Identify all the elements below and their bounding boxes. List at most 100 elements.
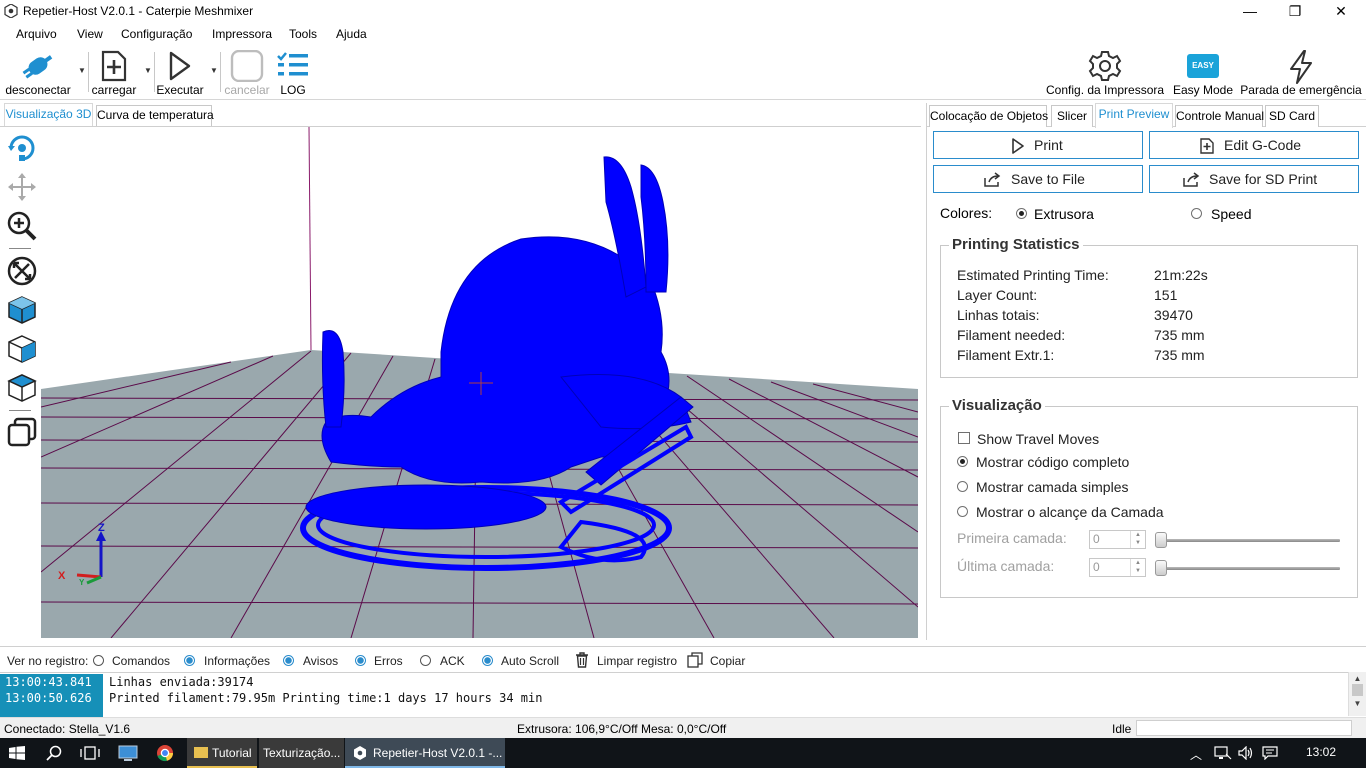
- show-full-code-radio[interactable]: [957, 456, 968, 467]
- show-single-layer-radio[interactable]: [957, 481, 968, 492]
- log-row: 13:00:43.841 Linhas enviada:39174: [0, 674, 1346, 690]
- taskbar-item-repetier[interactable]: Repetier-Host V2.0.1 -...: [345, 738, 505, 768]
- last-layer-slider[interactable]: [1155, 558, 1340, 578]
- close-button[interactable]: ✕: [1318, 0, 1364, 23]
- disconnect-button[interactable]: desconectar: [2, 46, 74, 100]
- network-icon[interactable]: [1214, 746, 1232, 760]
- chrome-icon[interactable]: [156, 744, 174, 762]
- filter-commands-toggle[interactable]: [93, 655, 104, 666]
- search-icon[interactable]: [46, 745, 62, 761]
- tab-slicer[interactable]: Slicer: [1051, 105, 1093, 127]
- stat-value: 151: [1154, 287, 1178, 303]
- color-extruder-radio[interactable]: [1016, 208, 1027, 219]
- tab-temperature-curve[interactable]: Curva de temperatura: [96, 105, 214, 126]
- show-layer-range-radio[interactable]: [957, 506, 968, 517]
- filter-errors-toggle[interactable]: [355, 655, 366, 666]
- save-to-file-button[interactable]: Save to File: [933, 165, 1143, 193]
- menu-impressora[interactable]: Impressora: [212, 27, 272, 41]
- easy-badge-text: EASY: [1192, 61, 1214, 70]
- last-layer-input[interactable]: 0 ▲ ▼: [1089, 558, 1146, 577]
- filter-warnings-toggle[interactable]: [283, 655, 294, 666]
- scroll-down-icon[interactable]: ▼: [1349, 699, 1366, 708]
- scroll-up-icon[interactable]: ▲: [1349, 674, 1366, 683]
- load-button[interactable]: carregar: [90, 46, 138, 100]
- right-tabs: Colocação de Objetos Slicer Print Previe…: [927, 103, 1366, 128]
- disconnect-dropdown-icon[interactable]: ▼: [78, 66, 86, 75]
- desktop-app-icon[interactable]: [118, 744, 138, 762]
- spin-arrows-icon[interactable]: ▲ ▼: [1130, 531, 1145, 548]
- windows-start-icon[interactable]: [9, 746, 25, 760]
- easy-mode-icon: EASY: [1187, 54, 1219, 78]
- menu-ajuda[interactable]: Ajuda: [336, 27, 367, 41]
- windows-taskbar: Tutorial Texturização... Repetier-Host V…: [0, 738, 1366, 768]
- first-layer-slider[interactable]: [1155, 530, 1340, 550]
- top-view-icon[interactable]: [6, 372, 38, 404]
- color-speed-radio[interactable]: [1191, 208, 1202, 219]
- temperature-status: Extrusora: 106,9°C/Off Mesa: 0,0°C/Off: [517, 722, 727, 736]
- execute-dropdown-icon[interactable]: ▼: [210, 66, 218, 75]
- print-button[interactable]: Print: [933, 131, 1143, 159]
- edit-gcode-button[interactable]: Edit G-Code: [1149, 131, 1359, 159]
- slider-thumb[interactable]: [1155, 560, 1167, 576]
- notification-icon[interactable]: [1262, 746, 1278, 760]
- menu-configuracao[interactable]: Configuração: [121, 27, 192, 41]
- menu-arquivo[interactable]: Arquivo: [16, 27, 57, 41]
- cancel-button[interactable]: cancelar: [222, 46, 272, 100]
- menu-view[interactable]: View: [77, 27, 103, 41]
- emergency-stop-label: Parada de emergência: [1240, 83, 1362, 97]
- emergency-stop-button[interactable]: Parada de emergência: [1240, 46, 1362, 100]
- rotate-icon[interactable]: [6, 132, 38, 164]
- copy-icon[interactable]: [687, 652, 703, 668]
- tab-manual-control[interactable]: Controle Manual: [1175, 105, 1264, 127]
- filter-info-toggle[interactable]: [184, 655, 195, 666]
- volume-icon[interactable]: [1238, 746, 1254, 760]
- scene-canvas[interactable]: Z X Y: [41, 127, 918, 638]
- filter-ack-toggle[interactable]: [420, 655, 431, 666]
- fit-view-icon[interactable]: [6, 255, 38, 287]
- log-timestamp: 13:00:43.841: [0, 674, 103, 690]
- minimize-button[interactable]: —: [1227, 0, 1273, 23]
- log-scrollbar[interactable]: ▲ ▼: [1348, 672, 1366, 716]
- save-for-sd-button[interactable]: Save for SD Print: [1149, 165, 1359, 193]
- last-layer-value: 0: [1093, 560, 1100, 574]
- tab-print-preview[interactable]: Print Preview: [1095, 103, 1173, 128]
- front-view-icon[interactable]: [6, 333, 38, 365]
- maximize-button[interactable]: ❐: [1272, 0, 1318, 23]
- colors-label: Colores:: [940, 205, 993, 221]
- tab-object-placement[interactable]: Colocação de Objetos: [929, 105, 1048, 127]
- filter-errors-label: Erros: [374, 654, 403, 668]
- slider-thumb[interactable]: [1155, 532, 1167, 548]
- log-button[interactable]: LOG: [272, 46, 314, 100]
- printer-settings-button[interactable]: Config. da Impressora: [1046, 46, 1164, 100]
- task-view-icon[interactable]: [80, 746, 100, 760]
- load-dropdown-icon[interactable]: ▼: [144, 66, 152, 75]
- easy-mode-label: Easy Mode: [1172, 83, 1234, 97]
- iso-view-icon[interactable]: [6, 294, 38, 326]
- stat-value: 21m:22s: [1154, 267, 1208, 283]
- taskbar-item-texturizacao[interactable]: Texturização...: [259, 738, 344, 768]
- move-icon[interactable]: [6, 171, 38, 203]
- tab-sd-card[interactable]: SD Card: [1265, 105, 1319, 127]
- copy-log-button[interactable]: Copiar: [710, 654, 745, 668]
- menu-tools[interactable]: Tools: [289, 27, 317, 41]
- show-travel-checkbox[interactable]: [958, 432, 970, 444]
- parallel-view-icon[interactable]: [6, 416, 38, 448]
- clear-log-button[interactable]: Limpar registro: [597, 654, 677, 668]
- log-output[interactable]: 13:00:43.841 Linhas enviada:39174 13:00:…: [0, 672, 1366, 717]
- visualization-title: Visualização: [949, 397, 1045, 414]
- log-message: Printed filament:79.95m Printing time:1 …: [109, 691, 543, 705]
- trash-icon[interactable]: [575, 652, 589, 668]
- taskbar-item-tutorial[interactable]: Tutorial: [187, 738, 257, 768]
- auto-scroll-toggle[interactable]: [482, 655, 493, 666]
- tab-3d-view[interactable]: Visualização 3D: [4, 103, 93, 126]
- stat-label: Filament Extr.1:: [957, 347, 1055, 363]
- zoom-icon[interactable]: [6, 210, 38, 242]
- stat-value: 39470: [1154, 307, 1193, 323]
- spin-arrows-icon[interactable]: ▲ ▼: [1130, 559, 1145, 576]
- easy-mode-button[interactable]: EASY Easy Mode: [1170, 46, 1236, 100]
- tray-chevron-icon[interactable]: ︿: [1190, 746, 1202, 768]
- filter-info-label: Informações: [204, 654, 271, 668]
- execute-button[interactable]: Executar: [155, 46, 205, 100]
- scroll-thumb[interactable]: [1352, 684, 1363, 696]
- first-layer-input[interactable]: 0 ▲ ▼: [1089, 530, 1146, 549]
